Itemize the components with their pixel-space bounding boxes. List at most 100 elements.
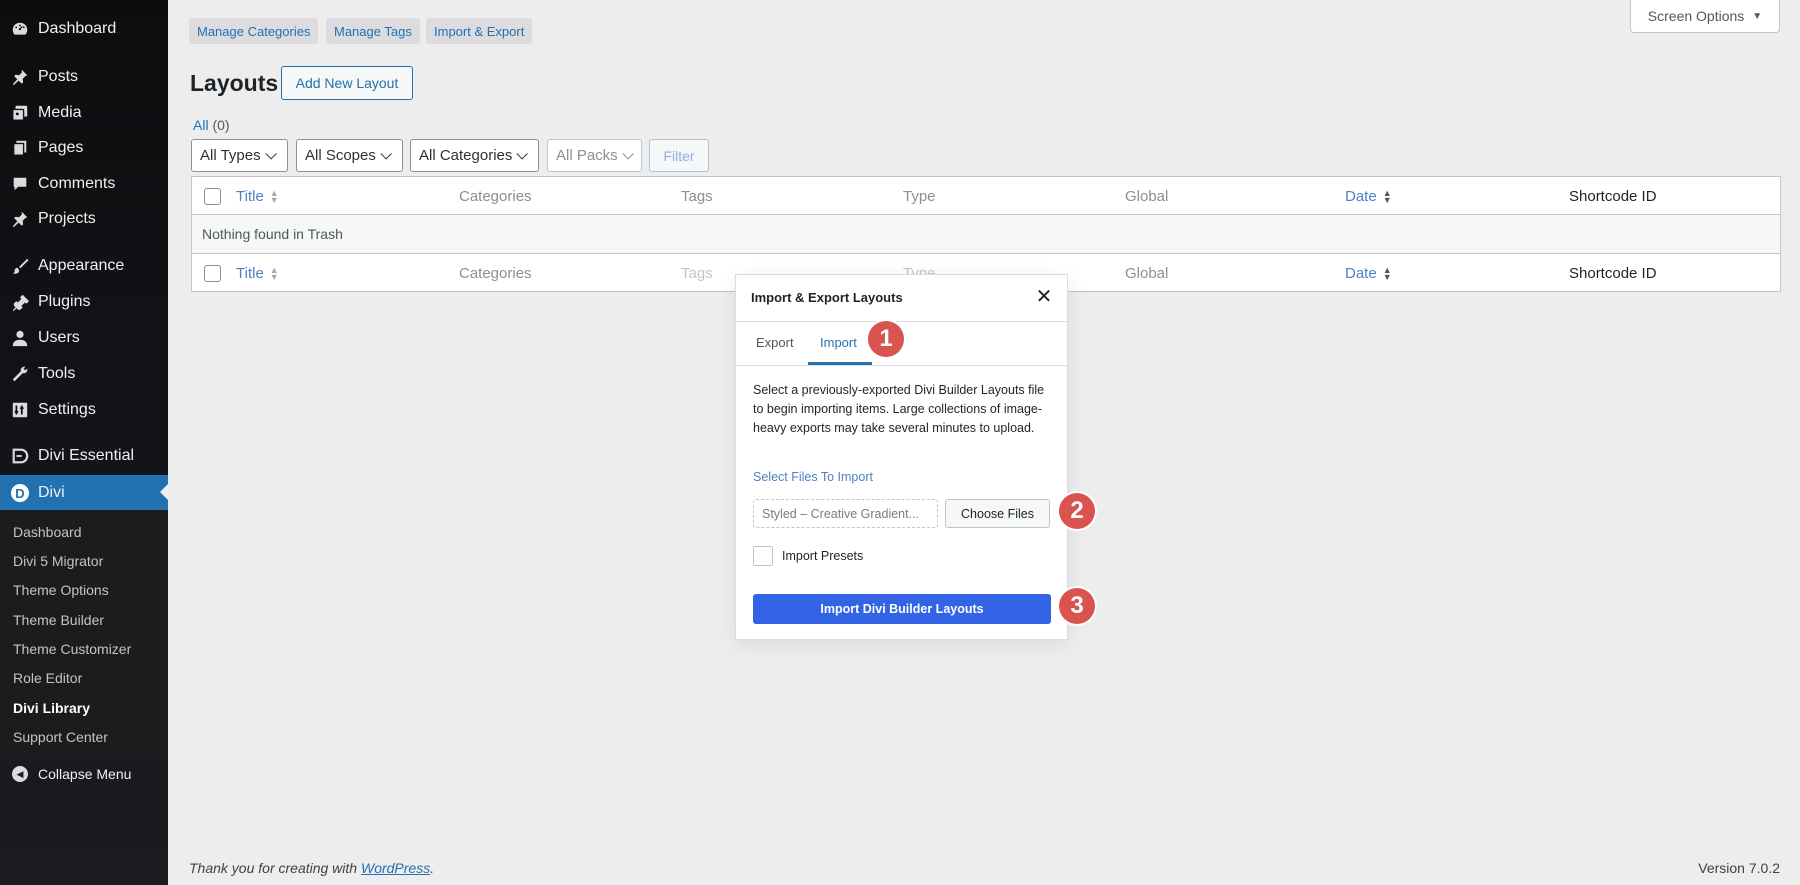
- select-all-checkbox[interactable]: [204, 265, 221, 282]
- footer-version: Version 7.0.2: [1698, 860, 1780, 876]
- sidebar-item-posts[interactable]: Posts: [0, 60, 168, 94]
- sidebar-item-label: Pages: [38, 139, 84, 156]
- sidebar-item-label: Comments: [38, 175, 116, 192]
- column-categories: Categories: [459, 265, 532, 282]
- sidebar-item-plugins[interactable]: Plugins: [0, 285, 168, 319]
- dashboard-icon: [10, 19, 30, 39]
- sidebar-item-media[interactable]: Media: [0, 96, 168, 130]
- step-badge-1: 1: [868, 321, 904, 357]
- selected-file-field[interactable]: Styled – Creative Gradient...: [753, 499, 938, 528]
- all-link[interactable]: All: [193, 117, 209, 133]
- divi-essential-icon: [10, 446, 30, 466]
- filter-scopes-select[interactable]: All Scopes: [296, 139, 403, 172]
- filter-button[interactable]: Filter: [649, 139, 709, 172]
- collapse-menu-button[interactable]: ◀ Collapse Menu: [0, 757, 168, 791]
- sort-icon: ▲ ▼: [269, 188, 279, 206]
- collapse-icon: ◀: [10, 764, 30, 784]
- filter-categories-select[interactable]: All Categories: [410, 139, 539, 172]
- submenu-item-theme-options[interactable]: Theme Options: [13, 582, 109, 598]
- tab-import[interactable]: Import: [820, 335, 857, 350]
- column-date-sort[interactable]: Date ▲ ▼: [1345, 265, 1392, 282]
- sidebar-item-users[interactable]: Users: [0, 321, 168, 355]
- submenu-item-divi-library[interactable]: Divi Library: [13, 700, 90, 716]
- footer-thanks-suffix: .: [430, 860, 435, 876]
- manage-tags-link[interactable]: Manage Tags: [326, 18, 420, 44]
- filter-packs-value: All Packs: [556, 147, 618, 164]
- submenu-item-divi-5-migrator[interactable]: Divi 5 Migrator: [13, 553, 103, 569]
- table-header-row: Title ▲ ▼ Categories Tags Type Global Date…: [192, 177, 1780, 215]
- sidebar-item-dashboard[interactable]: Dashboard: [0, 12, 168, 46]
- sidebar-item-tools[interactable]: Tools: [0, 357, 168, 391]
- sidebar-item-label: Dashboard: [38, 20, 117, 37]
- page-title: Layouts: [190, 70, 279, 96]
- brush-icon: [10, 256, 30, 276]
- add-new-layout-button[interactable]: Add New Layout: [281, 66, 413, 100]
- sidebar-item-label: Tools: [38, 365, 76, 382]
- step-badge-3: 3: [1059, 588, 1095, 624]
- sidebar-item-appearance[interactable]: Appearance: [0, 249, 168, 283]
- sidebar-item-comments[interactable]: Comments: [0, 167, 168, 201]
- plug-icon: [10, 292, 30, 312]
- sidebar-item-label: Settings: [38, 401, 96, 418]
- select-files-label: Select Files To Import: [753, 470, 873, 484]
- close-icon[interactable]: ✕: [1035, 287, 1053, 307]
- sidebar-item-pages[interactable]: Pages: [0, 131, 168, 165]
- chevron-down-icon: [622, 147, 634, 160]
- filter-types-select[interactable]: All Types: [191, 139, 288, 172]
- column-date-label: Date: [1345, 188, 1377, 205]
- sidebar-item-settings[interactable]: Settings: [0, 393, 168, 427]
- filter-scopes-value: All Scopes: [305, 147, 376, 164]
- submenu-item-theme-customizer[interactable]: Theme Customizer: [13, 641, 131, 657]
- sidebar-item-label: Media: [38, 104, 82, 121]
- submenu-item-theme-builder[interactable]: Theme Builder: [13, 612, 104, 628]
- caret-down-icon: ▼: [1752, 10, 1763, 22]
- submenu-item-support-center[interactable]: Support Center: [13, 729, 108, 745]
- pin-icon: [10, 67, 30, 87]
- empty-message: Nothing found in Trash: [192, 215, 1780, 253]
- comment-icon: [10, 174, 30, 194]
- screen-options-button[interactable]: Screen Options ▼: [1630, 0, 1780, 33]
- sidebar-item-label: Divi: [38, 484, 65, 501]
- view-filter-all: All (0): [193, 117, 230, 133]
- sidebar-item-label: Projects: [38, 210, 96, 227]
- sidebar-item-divi[interactable]: D Divi: [0, 475, 168, 511]
- column-shortcode-id: Shortcode ID: [1569, 265, 1657, 282]
- active-tab-indicator: [808, 362, 872, 365]
- import-export-link[interactable]: Import & Export: [426, 18, 533, 44]
- settings-icon: [10, 400, 30, 420]
- submenu-item-dashboard[interactable]: Dashboard: [13, 524, 82, 540]
- modal-title: Import & Export Layouts: [751, 290, 903, 305]
- import-presets-checkbox[interactable]: [753, 546, 773, 566]
- column-global: Global: [1125, 265, 1169, 282]
- sidebar-item-projects[interactable]: Projects: [0, 202, 168, 236]
- divi-logo-icon: D: [10, 483, 30, 503]
- modal-header: Import & Export Layouts ✕: [736, 275, 1067, 322]
- step-badge-2: 2: [1059, 493, 1095, 529]
- sidebar-item-label: Posts: [38, 68, 79, 85]
- import-layouts-button[interactable]: Import Divi Builder Layouts: [753, 594, 1051, 624]
- column-title-label: Title: [236, 188, 264, 205]
- sidebar-item-label: Divi Essential: [38, 447, 135, 464]
- chevron-down-icon: [516, 147, 529, 160]
- import-description: Select a previously-exported Divi Builde…: [753, 383, 1045, 435]
- filter-packs-select[interactable]: All Packs: [547, 139, 642, 172]
- column-shortcode-id: Shortcode ID: [1569, 188, 1657, 205]
- screen-options-label: Screen Options: [1647, 8, 1745, 24]
- column-title-sort[interactable]: Title ▲ ▼: [236, 265, 279, 282]
- column-date-sort[interactable]: Date ▲ ▼: [1345, 188, 1392, 205]
- wordpress-link[interactable]: WordPress: [361, 860, 430, 876]
- submenu-item-role-editor[interactable]: Role Editor: [13, 670, 82, 686]
- tab-export[interactable]: Export: [756, 335, 794, 350]
- pages-icon: [10, 138, 30, 158]
- collapse-menu-label: Collapse Menu: [38, 766, 132, 782]
- manage-categories-link[interactable]: Manage Categories: [189, 18, 319, 44]
- column-global: Global: [1125, 188, 1169, 205]
- column-type: Type: [903, 188, 936, 205]
- select-all-checkbox[interactable]: [204, 188, 221, 205]
- footer-thanks-text: Thank you for creating with: [189, 860, 361, 876]
- sidebar-item-divi-essential[interactable]: Divi Essential: [0, 439, 168, 473]
- chevron-down-icon: [380, 147, 392, 160]
- column-title-sort[interactable]: Title ▲ ▼: [236, 188, 279, 205]
- all-count: (0): [212, 117, 230, 133]
- choose-files-button[interactable]: Choose Files: [945, 499, 1050, 528]
